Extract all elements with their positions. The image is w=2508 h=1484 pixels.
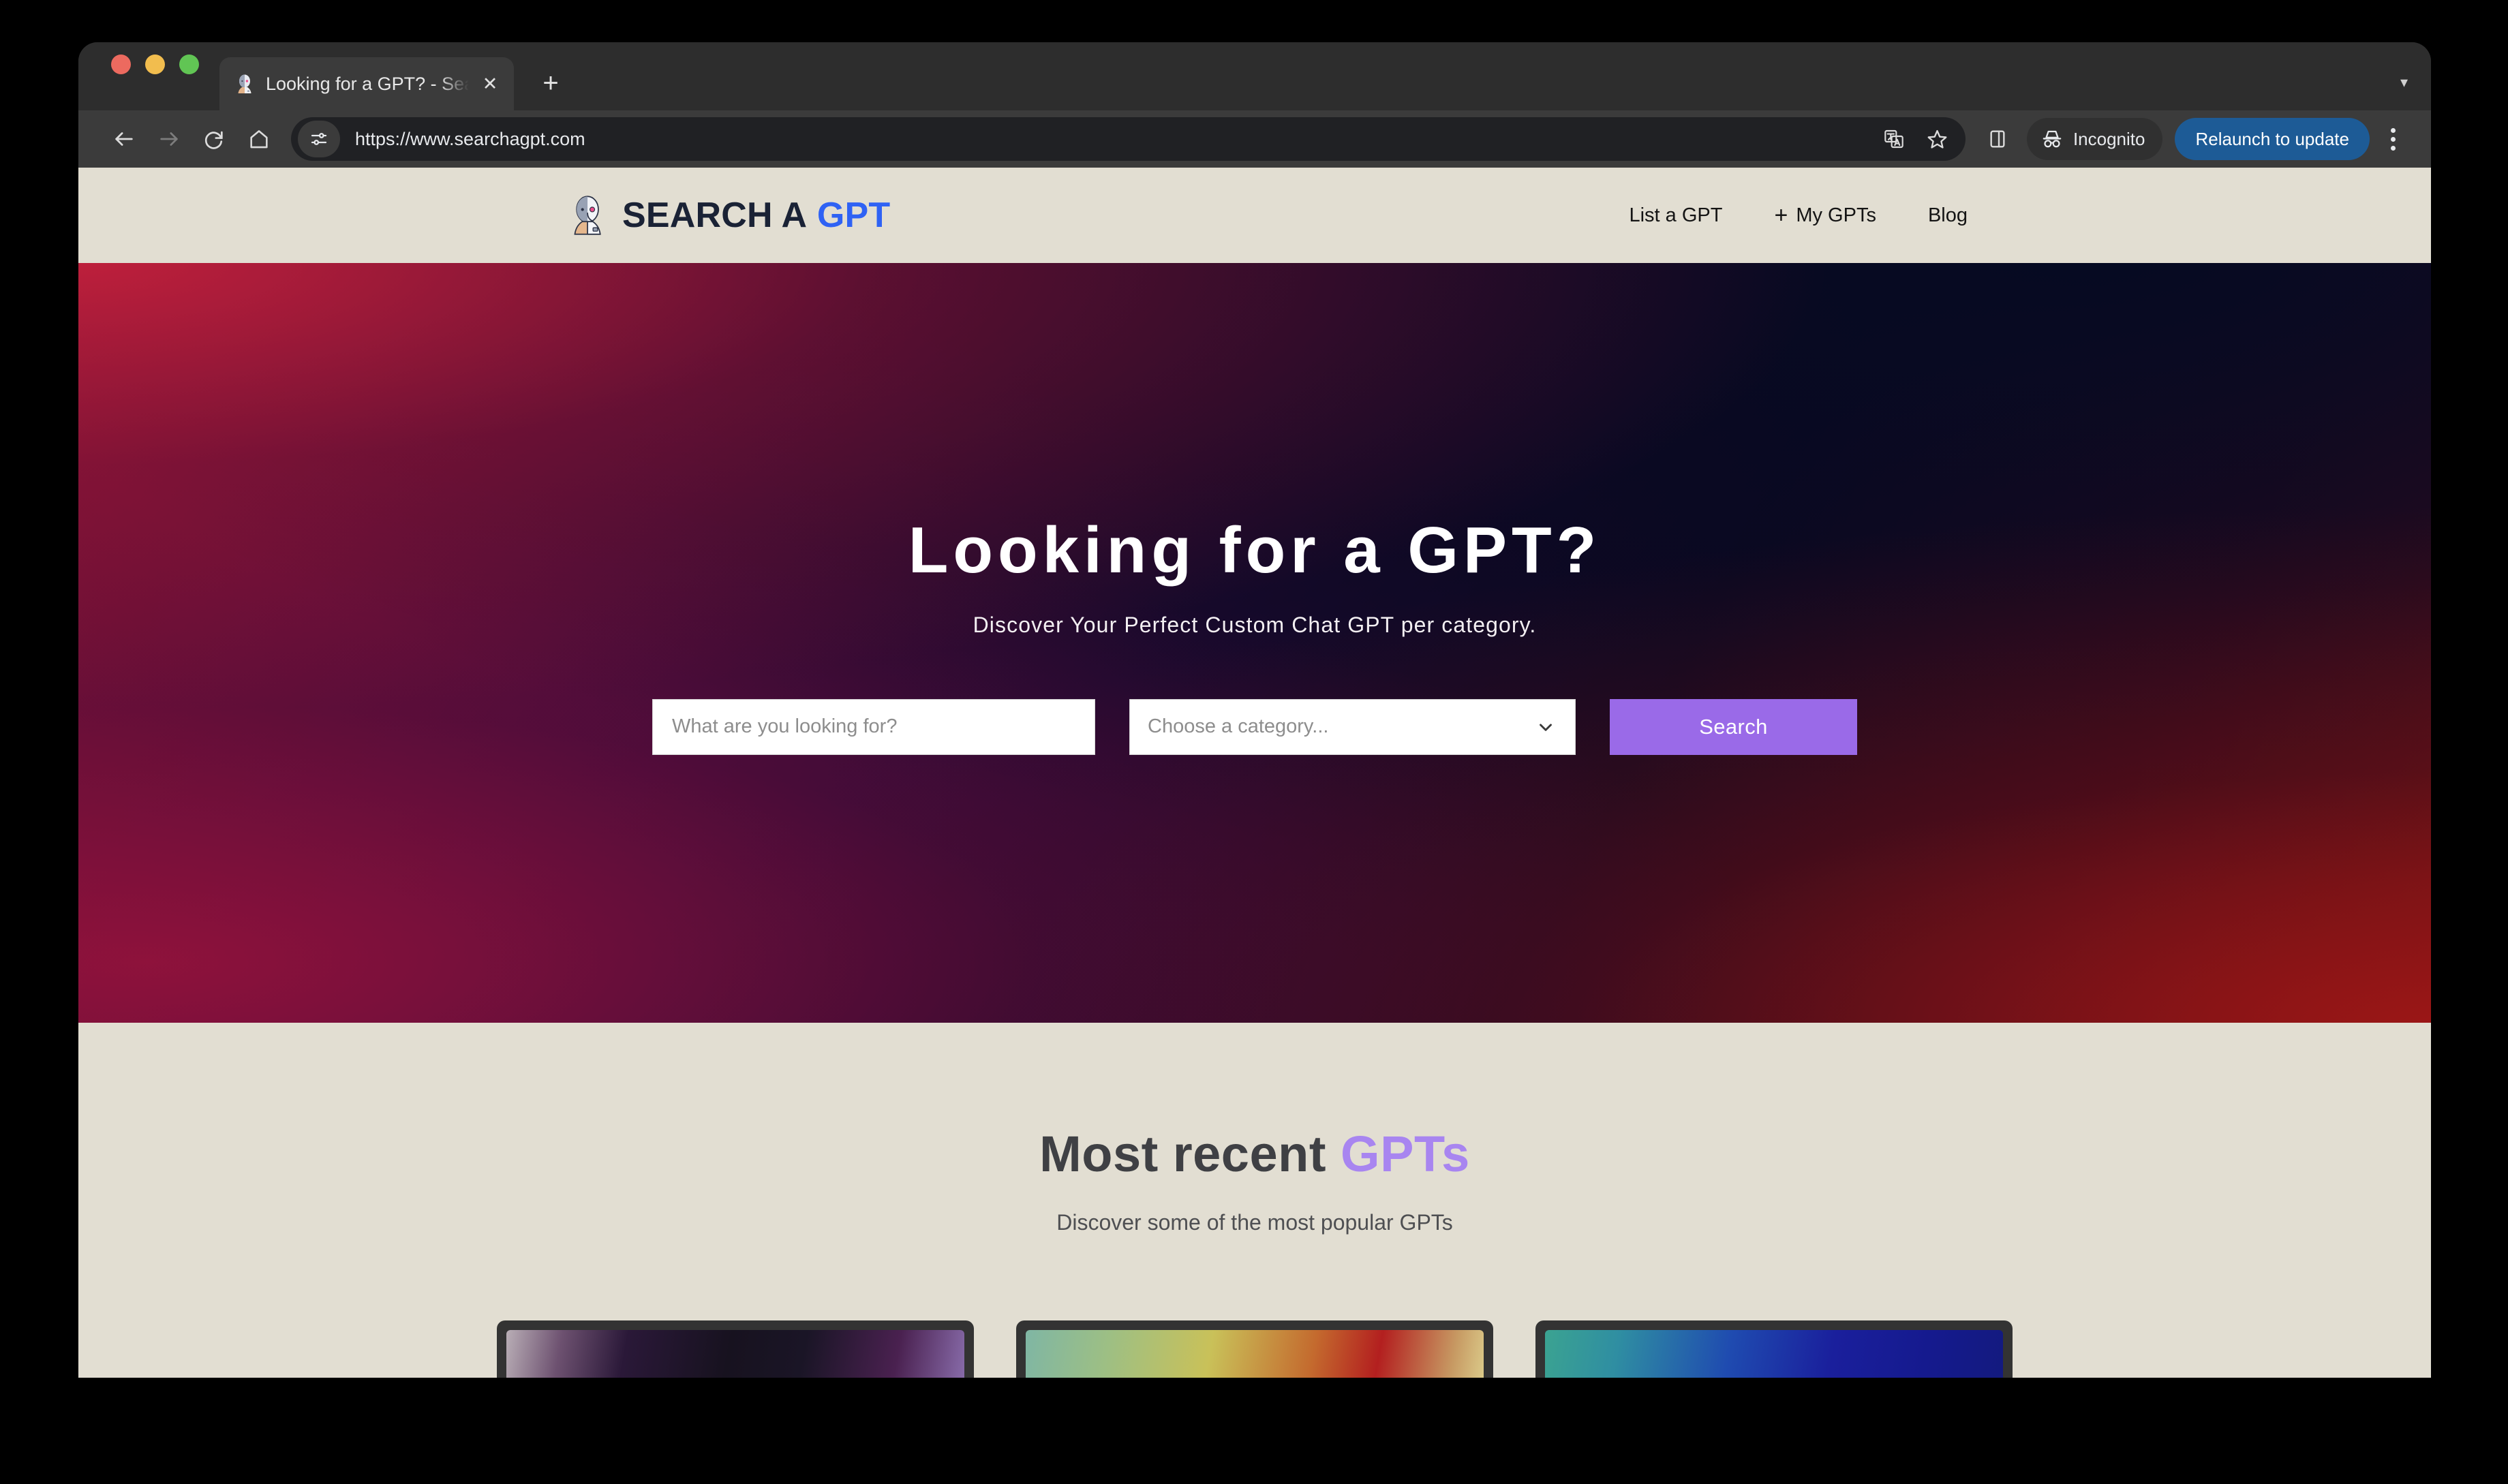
hero-content: Looking for a GPT? Discover Your Perfect… <box>78 516 2431 755</box>
cyborg-head-icon <box>238 74 251 93</box>
hero-banner: Looking for a GPT? Discover Your Perfect… <box>78 263 2431 1023</box>
brand-wordmark: SEARCH A GPT <box>622 195 890 236</box>
plus-icon[interactable]: + <box>529 61 572 105</box>
gpt-card-thumbnail <box>1545 1330 2003 1378</box>
maximize-window-button[interactable] <box>179 54 199 74</box>
star-icon[interactable] <box>1918 119 1957 159</box>
section-title-primary: Most recent <box>1039 1126 1326 1182</box>
gpt-card[interactable] <box>1016 1320 1493 1378</box>
nav-link-label: My GPTs <box>1796 204 1876 226</box>
section-subtitle: Discover some of the most popular GPTs <box>1056 1210 1453 1235</box>
page-title: Looking for a GPT? <box>908 514 1602 587</box>
nav-link-label: List a GPT <box>1629 204 1723 226</box>
search-form: What are you looking for? Choose a categ… <box>78 698 2431 755</box>
gpt-card[interactable] <box>1535 1320 2013 1378</box>
most-recent-section: Most recent GPTs Discover some of the mo… <box>78 1023 2431 1378</box>
site-nav: List a GPT + My GPTs Blog <box>1629 204 1968 227</box>
kebab-menu-icon[interactable] <box>2374 118 2412 160</box>
forward-arrow-icon[interactable] <box>147 117 192 161</box>
cyborg-head-icon <box>574 196 601 235</box>
plus-icon: + <box>1774 202 1788 228</box>
gpt-card-thumbnail <box>1026 1330 1484 1378</box>
translate-icon[interactable] <box>1874 119 1914 159</box>
incognito-hat-icon <box>2043 130 2062 148</box>
browser-tab[interactable]: Looking for a GPT? - Search a GPT ✕ <box>219 57 514 110</box>
tab-title: Looking for a GPT? - Search a GPT <box>266 73 469 94</box>
search-button-label: Search <box>1699 714 1768 739</box>
window-controls <box>78 42 199 110</box>
brand-primary-text: SEARCH A <box>622 196 808 235</box>
reload-icon[interactable] <box>192 117 236 161</box>
incognito-label: Incognito <box>2073 128 2145 149</box>
close-window-button[interactable] <box>111 54 131 74</box>
search-input[interactable]: What are you looking for? <box>652 698 1095 755</box>
omnibox-actions <box>1874 119 1966 159</box>
section-title-accent: GPTs <box>1341 1126 1470 1182</box>
gpt-card-thumbnail <box>506 1330 964 1378</box>
nav-link-my-gpts[interactable]: + My GPTs <box>1774 204 1876 227</box>
relaunch-label: Relaunch to update <box>2195 128 2349 149</box>
page-viewport: SEARCH A GPT List a GPT + My GPTs Blog L… <box>78 168 2431 1378</box>
chevron-down-icon[interactable]: ▾ <box>2400 74 2408 91</box>
relaunch-to-update-button[interactable]: Relaunch to update <box>2175 118 2370 160</box>
hero-subtitle: Discover Your Perfect Custom Chat GPT pe… <box>973 612 1537 637</box>
brand-logo[interactable]: SEARCH A GPT <box>568 194 890 236</box>
site-header: SEARCH A GPT List a GPT + My GPTs Blog <box>78 168 2431 263</box>
minimize-window-button[interactable] <box>145 54 165 74</box>
chevron-down-icon <box>1540 724 1552 731</box>
tab-strip: Looking for a GPT? - Search a GPT ✕ + ▾ <box>78 42 2431 110</box>
incognito-badge[interactable]: Incognito <box>2026 118 2163 160</box>
nav-link-label: Blog <box>1927 204 1968 226</box>
category-select-value: Choose a category... <box>1148 715 1329 738</box>
browser-window: Looking for a GPT? - Search a GPT ✕ + ▾ <box>78 42 2431 1378</box>
url-text: https://www.searchagpt.com <box>355 128 585 149</box>
close-icon[interactable]: ✕ <box>478 72 502 95</box>
search-button[interactable]: Search <box>1610 698 1857 755</box>
gpt-card[interactable] <box>497 1320 974 1378</box>
nav-link-blog[interactable]: Blog <box>1928 204 1968 227</box>
section-title: Most recent GPTs <box>78 1023 2431 1183</box>
side-panel-icon[interactable] <box>1976 118 2019 160</box>
nav-link-list-a-gpt[interactable]: List a GPT <box>1629 204 1722 227</box>
category-select[interactable]: Choose a category... <box>1129 698 1576 755</box>
back-arrow-icon[interactable] <box>102 117 147 161</box>
gpt-card-list <box>78 1320 2431 1378</box>
search-input-placeholder: What are you looking for? <box>672 715 898 738</box>
home-icon[interactable] <box>236 117 281 161</box>
brand-accent-text: GPT <box>816 196 891 235</box>
site-settings-icon[interactable] <box>298 121 340 157</box>
address-bar[interactable]: https://www.searchagpt.com <box>291 117 1966 161</box>
browser-toolbar: https://www.searchagpt.com Incognito Rel… <box>78 110 2431 168</box>
